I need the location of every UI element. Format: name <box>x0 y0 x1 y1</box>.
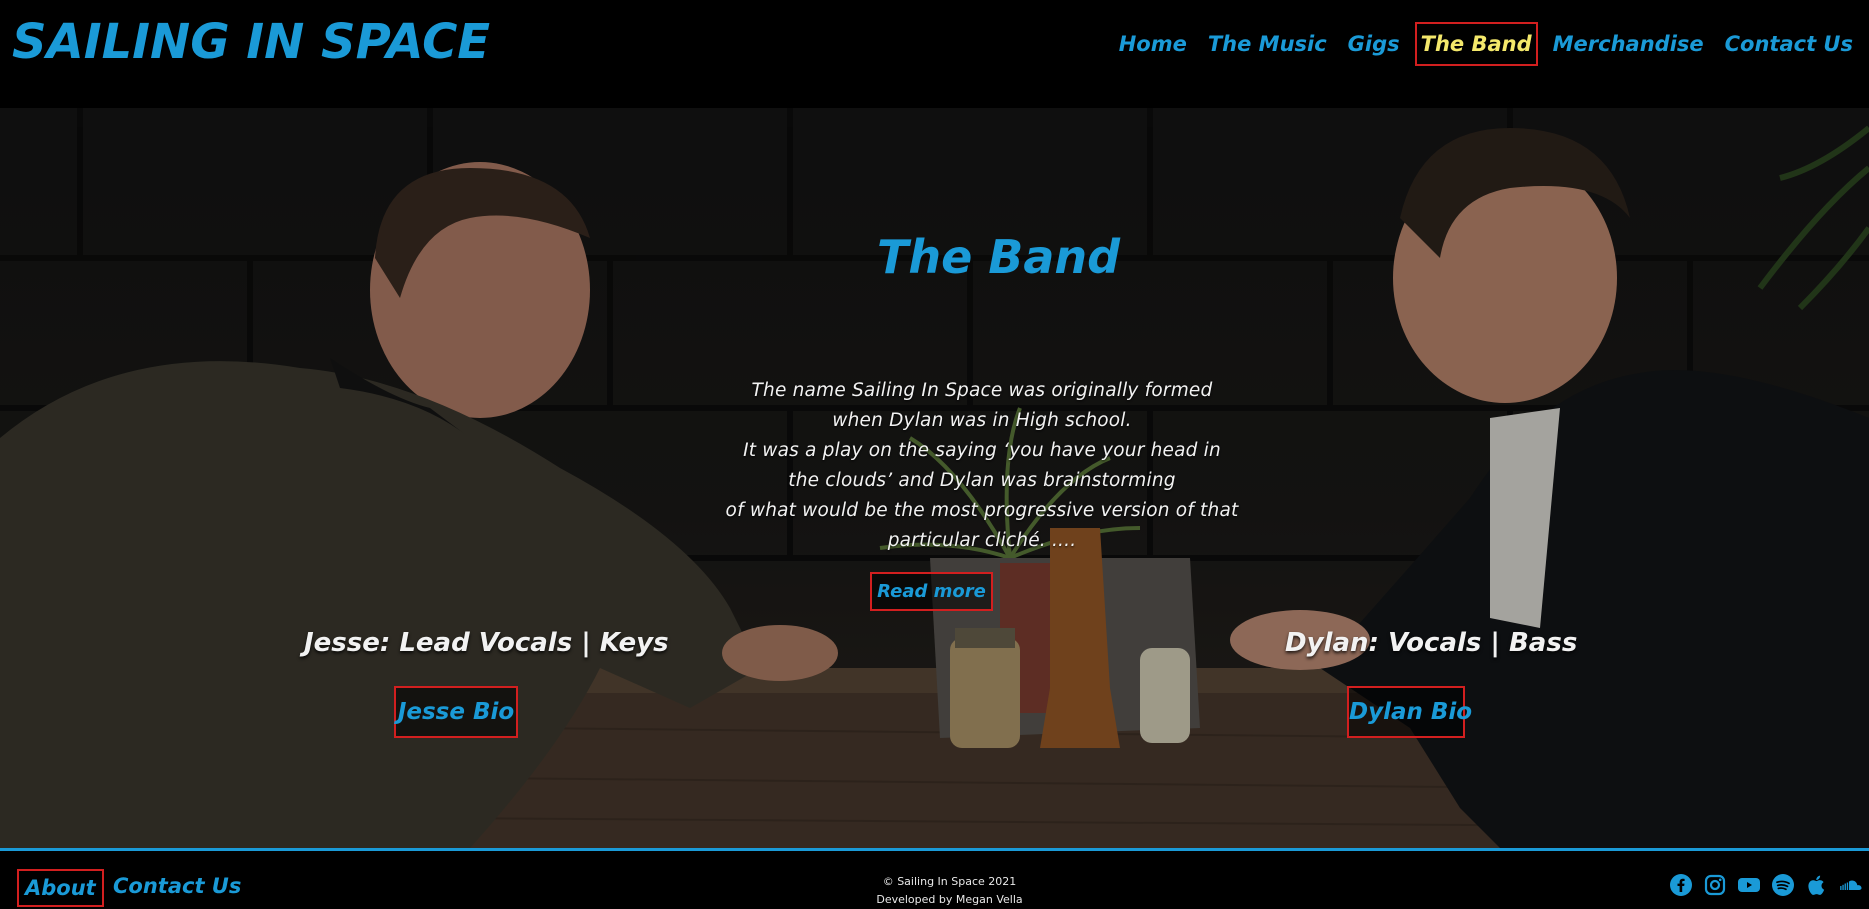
main-nav: Home The Music Gigs The Band Merchandise… <box>1104 22 1859 66</box>
nav-the-band[interactable]: The Band <box>1414 22 1538 66</box>
youtube-icon[interactable] <box>1737 873 1761 897</box>
site-logo[interactable]: SAILING IN SPACE <box>12 6 490 78</box>
hero-section: The Band The name Sailing In Space was o… <box>0 108 1869 848</box>
instagram-icon[interactable] <box>1703 873 1727 897</box>
dylan-bio-button[interactable]: Dylan Bio <box>1347 686 1472 738</box>
apple-icon[interactable] <box>1805 873 1829 897</box>
intro-line: of what would be the most progressive ve… <box>725 500 1239 521</box>
footer-credits: © Sailing In Space 2021 Developed by Meg… <box>0 873 1869 909</box>
nav-contact-us[interactable]: Contact Us <box>1719 22 1859 66</box>
page-title-text: The Band <box>876 230 1121 284</box>
intro-line: particular cliché. .... <box>887 530 1077 551</box>
nav-home[interactable]: Home <box>1113 22 1193 66</box>
nav-gigs[interactable]: Gigs <box>1342 22 1406 66</box>
social-links <box>1669 873 1863 897</box>
read-more-button[interactable]: Read more <box>870 572 993 611</box>
intro-line: It was a play on the saying ‘you have yo… <box>743 440 1221 461</box>
nav-merchandise[interactable]: Merchandise <box>1547 22 1710 66</box>
intro-line: when Dylan was in High school. <box>832 410 1132 431</box>
page-title: The Band <box>0 230 1869 284</box>
developer-credit: Developed by Megan Vella <box>876 893 1023 906</box>
jesse-bio-button[interactable]: Jesse Bio <box>394 686 518 738</box>
member-name-dylan: Dylan: Vocals | Bass <box>1285 628 1578 658</box>
copyright-text: © Sailing In Space 2021 <box>882 875 1017 888</box>
site-header: SAILING IN SPACE Home The Music Gigs The… <box>0 0 1869 108</box>
intro-line: the clouds’ and Dylan was brainstorming <box>788 470 1176 491</box>
member-name-jesse: Jesse: Lead Vocals | Keys <box>304 628 669 658</box>
spotify-icon[interactable] <box>1771 873 1795 897</box>
facebook-icon[interactable] <box>1669 873 1693 897</box>
site-footer: About Contact Us © Sailing In Space 2021… <box>0 848 1869 908</box>
nav-the-music[interactable]: The Music <box>1202 22 1333 66</box>
soundcloud-icon[interactable] <box>1839 873 1863 897</box>
band-intro-text: The name Sailing In Space was originally… <box>697 376 1267 556</box>
intro-line: The name Sailing In Space was originally… <box>751 380 1213 401</box>
